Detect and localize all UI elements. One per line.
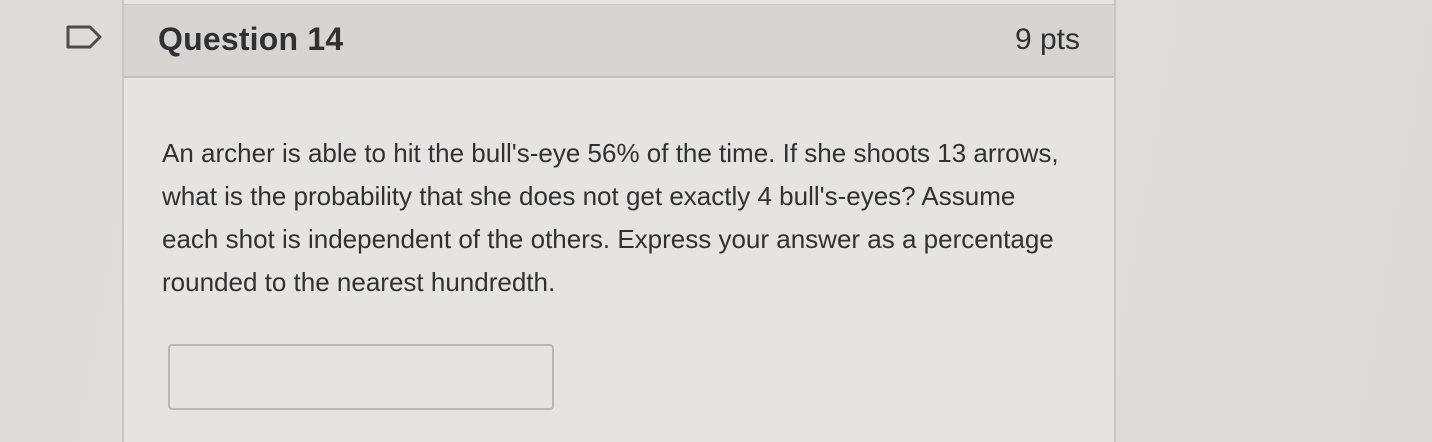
quiz-page: Question 14 9 pts An archer is able to h… <box>0 0 1432 442</box>
question-points: 9 pts <box>1014 23 1080 56</box>
question-body: An archer is able to hit the bull's-eye … <box>162 138 1059 297</box>
question-text: An archer is able to hit the bull's-eye … <box>162 132 1062 304</box>
question-card: Question 14 9 pts An archer is able to h… <box>122 0 1116 442</box>
question-header: Question 14 9 pts <box>124 4 1114 78</box>
question-title: Question 14 <box>158 21 344 57</box>
flag-icon <box>66 25 102 49</box>
flag-question-button[interactable] <box>66 24 104 50</box>
answer-input[interactable] <box>168 344 554 410</box>
